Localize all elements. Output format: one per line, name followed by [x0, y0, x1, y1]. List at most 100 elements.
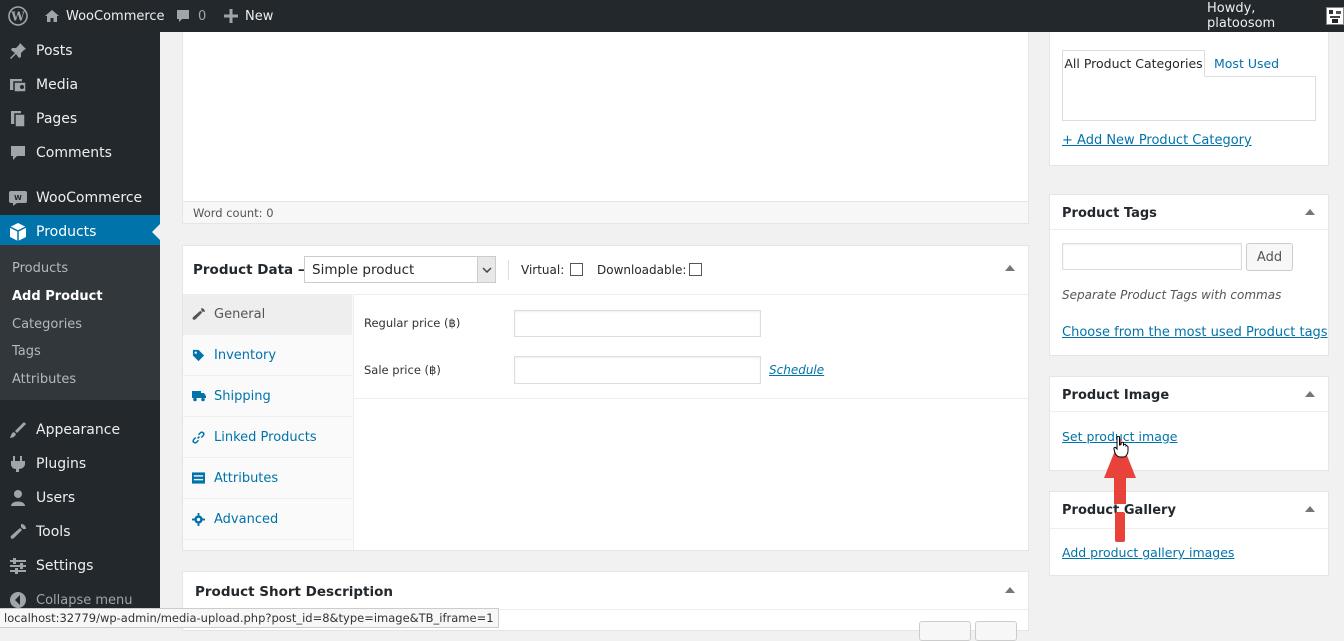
- toggle-arrow-up-icon[interactable]: [1305, 506, 1315, 512]
- menu-item-users[interactable]: Users: [0, 481, 160, 515]
- product-data-title: Product Data —: [193, 262, 312, 278]
- product-categories-box: All Product Categories Most Used + Add N…: [1049, 32, 1329, 166]
- menu-item-appearance[interactable]: Appearance: [0, 413, 160, 447]
- wordpress-logo-icon[interactable]: W: [8, 0, 28, 32]
- menu-item-pages[interactable]: Pages: [0, 102, 160, 136]
- tags-hint: Separate Product Tags with commas: [1062, 288, 1282, 302]
- menu-item-plugins[interactable]: Plugins: [0, 447, 160, 481]
- tab-inventory[interactable]: Inventory: [183, 335, 352, 376]
- plus-icon: [224, 9, 238, 23]
- home-icon: [44, 9, 60, 23]
- tab-attributes-label: Attributes: [214, 470, 279, 486]
- category-checklist[interactable]: [1062, 76, 1316, 121]
- tab-shipping-label: Shipping: [214, 388, 271, 404]
- tab-inventory-label: Inventory: [214, 347, 277, 363]
- choose-most-used-tags-link[interactable]: Choose from the most used Product tags: [1062, 325, 1328, 340]
- chevron-down-icon: [477, 257, 495, 282]
- site-name-link[interactable]: WooCommerce: [44, 0, 165, 32]
- submenu-item-tags[interactable]: Tags: [12, 344, 41, 359]
- menu-label-plugins: Plugins: [36, 456, 87, 472]
- tab-linked-products[interactable]: Linked Products: [183, 417, 352, 458]
- add-gallery-images-link[interactable]: Add product gallery images: [1062, 545, 1234, 560]
- menu-label-settings: Settings: [36, 558, 94, 574]
- editor-textarea[interactable]: [183, 32, 1028, 201]
- toggle-arrow-up-icon[interactable]: [1005, 265, 1015, 271]
- menu-label-pages: Pages: [36, 111, 78, 127]
- menu-label-comments: Comments: [36, 145, 112, 161]
- pin-icon: [0, 42, 36, 60]
- product-gallery-box: Product Gallery Add product gallery imag…: [1049, 491, 1329, 576]
- truck-icon: [183, 390, 214, 402]
- menu-item-media[interactable]: Media: [0, 68, 160, 102]
- site-name: WooCommerce: [66, 8, 165, 24]
- menu-item-comments[interactable]: Comments: [0, 136, 160, 170]
- new-label: New: [245, 8, 274, 24]
- submenu-item-add-product[interactable]: Add Product: [12, 289, 103, 304]
- appearance-icon: [0, 421, 36, 439]
- menu-item-woocommerce[interactable]: W WooCommerce: [0, 181, 160, 215]
- virtual-checkbox[interactable]: [570, 263, 583, 276]
- new-tag-input[interactable]: [1062, 243, 1242, 270]
- menu-label-users: Users: [36, 490, 76, 506]
- new-content-link[interactable]: New: [224, 0, 273, 32]
- my-account-link[interactable]: Howdy, platoosom: [1207, 0, 1344, 32]
- downloadable-label: Downloadable:: [597, 263, 687, 277]
- pointer-hand-icon: [1113, 436, 1129, 458]
- schedule-link[interactable]: Schedule: [769, 363, 824, 377]
- downloadable-checkbox[interactable]: [689, 263, 702, 276]
- products-submenu: Products Add Product Categories Tags Att…: [0, 245, 160, 400]
- pages-icon: [0, 110, 36, 128]
- short-description-title: Product Short Description: [195, 584, 393, 600]
- plugins-icon: [0, 455, 36, 473]
- tab-linked-products-label: Linked Products: [214, 429, 317, 445]
- submenu-item-attributes[interactable]: Attributes: [12, 372, 76, 387]
- tab-shipping[interactable]: Shipping: [183, 376, 352, 417]
- users-icon: [0, 489, 36, 507]
- tab-attributes[interactable]: Attributes: [183, 458, 352, 499]
- toggle-arrow-up-icon[interactable]: [1005, 587, 1015, 593]
- product-type-select[interactable]: Simple product: [304, 256, 496, 283]
- add-tag-button[interactable]: Add: [1246, 243, 1293, 271]
- add-new-category-link[interactable]: + Add New Product Category: [1062, 133, 1252, 148]
- svg-text:W: W: [10, 10, 25, 24]
- editor-visual-tab[interactable]: [919, 621, 971, 641]
- link-icon: [183, 430, 214, 444]
- tab-advanced-label: Advanced: [214, 511, 279, 527]
- howdy-text: Howdy, platoosom: [1207, 1, 1276, 31]
- menu-item-products[interactable]: Products: [0, 215, 160, 249]
- tab-most-used[interactable]: Most Used: [1214, 56, 1279, 71]
- menu-label-media: Media: [36, 77, 79, 93]
- submenu-item-categories[interactable]: Categories: [12, 317, 82, 332]
- toggle-arrow-up-icon[interactable]: [1305, 209, 1315, 215]
- menu-item-tools[interactable]: Tools: [0, 515, 160, 549]
- tab-all-product-categories[interactable]: All Product Categories: [1062, 50, 1205, 77]
- product-tags-box: Product Tags Add Separate Product Tags w…: [1049, 194, 1329, 356]
- submenu-item-products[interactable]: Products: [12, 261, 68, 276]
- image-divider: [1050, 411, 1328, 412]
- comments-link[interactable]: 0: [175, 0, 206, 32]
- content-editor: Word count: 0: [182, 32, 1029, 224]
- toggle-arrow-up-icon[interactable]: [1305, 391, 1315, 397]
- product-image-box: Product Image Set product image: [1049, 376, 1329, 471]
- product-data-tabs: General Inventory Shipping Linked Produc…: [183, 294, 354, 550]
- menu-label-appearance: Appearance: [36, 422, 121, 438]
- word-count: Word count: 0: [183, 201, 1028, 223]
- tab-general[interactable]: General: [183, 294, 352, 335]
- menu-item-posts[interactable]: Posts: [0, 34, 160, 68]
- wrench-icon: [183, 307, 214, 321]
- products-icon: [0, 222, 36, 242]
- options-divider: [354, 398, 1028, 399]
- comments-icon: [0, 144, 36, 162]
- collapse-icon: [0, 591, 36, 609]
- menu-item-settings[interactable]: Settings: [0, 549, 160, 583]
- sale-price-input[interactable]: [514, 356, 761, 384]
- product-tags-title: Product Tags: [1062, 206, 1157, 221]
- admin-sidebar: Posts Media Pages Comments W WooCommerce…: [0, 32, 160, 628]
- admin-bar: W WooCommerce 0 New Howdy, platoosom: [0, 0, 1344, 32]
- editor-text-tab[interactable]: [975, 621, 1017, 641]
- regular-price-input[interactable]: [514, 310, 761, 337]
- virtual-label: Virtual:: [521, 263, 565, 277]
- settings-icon: [0, 557, 36, 575]
- tab-advanced[interactable]: Advanced: [183, 499, 352, 540]
- comment-bubble-icon: [175, 8, 191, 24]
